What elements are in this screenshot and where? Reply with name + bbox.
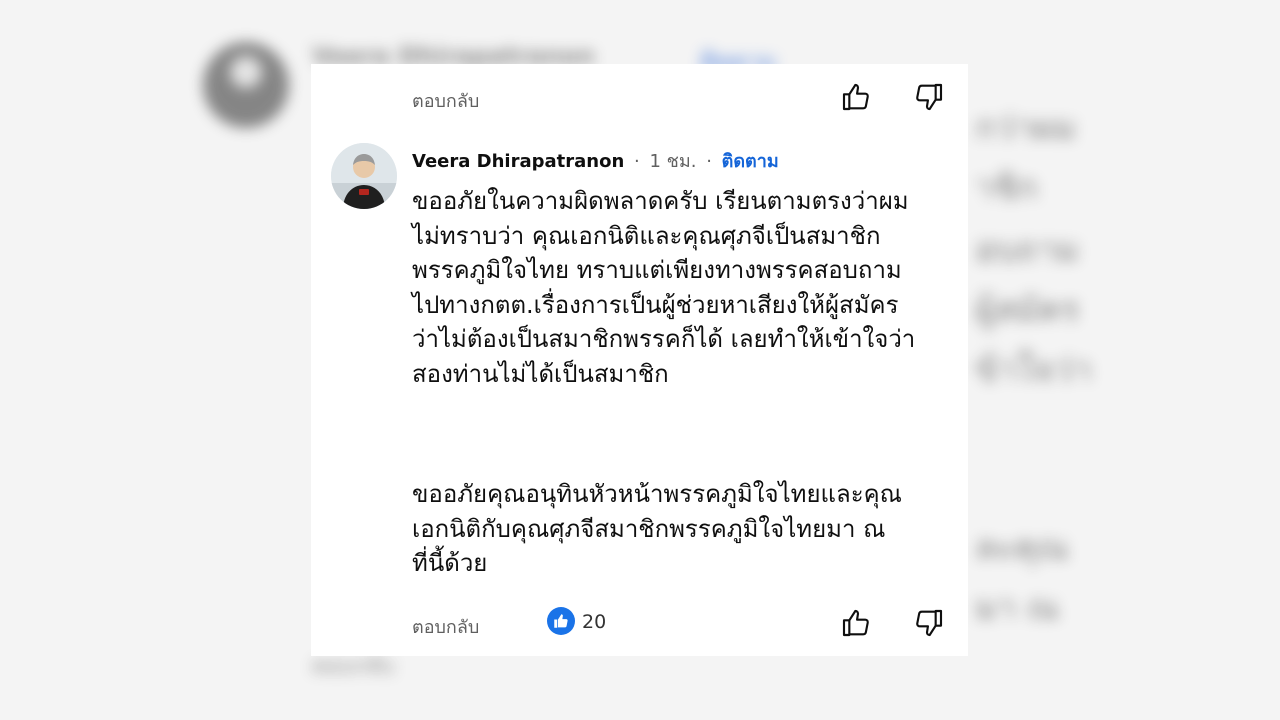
background-line: กว่าผม	[975, 108, 1077, 148]
background-line: าชิก	[975, 168, 1038, 208]
like-count: 20	[582, 611, 607, 633]
like-reaction-icon	[547, 607, 575, 635]
background-line: ข้าใจว่า	[975, 350, 1093, 390]
background-line: ละคุณ	[975, 528, 1069, 568]
thumbs-up-icon[interactable]	[840, 81, 872, 113]
separator: ·	[706, 151, 712, 172]
reply-button[interactable]: ตอบกลับ	[412, 612, 479, 641]
comment-card: ตอบกลับ Veera Dhirapatranon · 1 ชม. · ติ…	[311, 64, 968, 656]
comment-paragraph-1: ขออภัยในความผิดพลาดครับ เรียนตามตรงว่าผม…	[412, 187, 916, 388]
background-avatar	[203, 42, 289, 128]
follow-button[interactable]: ติดตาม	[722, 151, 779, 172]
thumbs-down-icon[interactable]	[913, 607, 945, 639]
timestamp: 1 ชม.	[649, 151, 697, 172]
background-line: อบถาม	[975, 230, 1080, 270]
avatar[interactable]	[331, 143, 397, 209]
separator: ·	[634, 151, 640, 172]
background-line: ผู้สมัคร	[975, 290, 1080, 330]
background-line: มา ณ	[975, 588, 1059, 628]
thumbs-down-icon[interactable]	[913, 81, 945, 113]
author-name[interactable]: Veera Dhirapatranon	[412, 151, 624, 172]
comment-paragraph-2: ขออภัยคุณอนุทินหัวหน้าพรรคภูมิใจไทยและคุ…	[412, 480, 902, 577]
comment-meta: Veera Dhirapatranon · 1 ชม. · ติดตาม	[412, 146, 779, 175]
reply-button-top[interactable]: ตอบกลับ	[412, 86, 479, 115]
thumbs-up-icon[interactable]	[840, 607, 872, 639]
